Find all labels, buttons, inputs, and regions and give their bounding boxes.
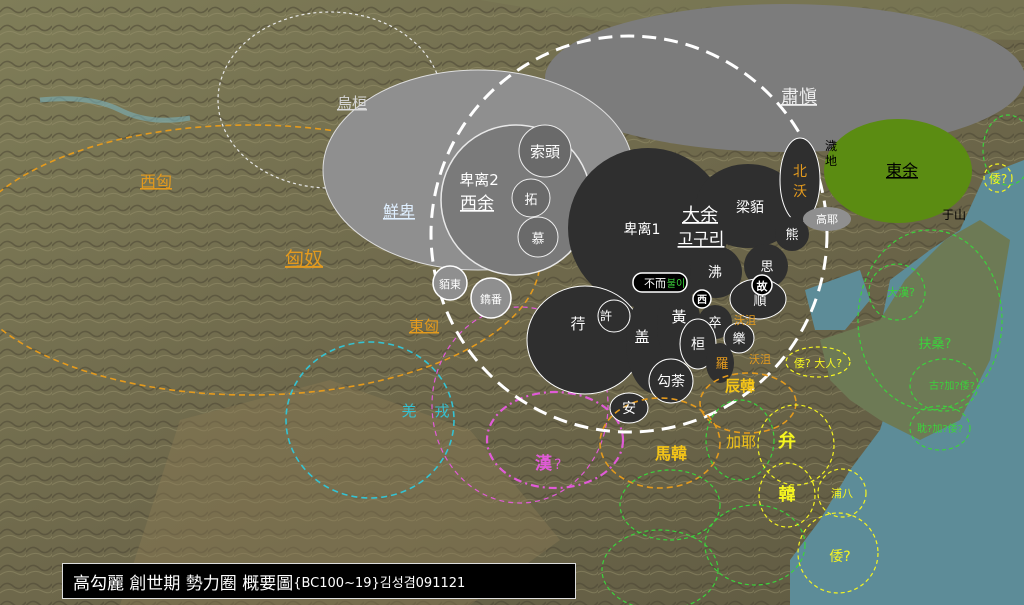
map-canvas: 匈奴 西匈 東匈 烏桓 鮮卑 肅愼 羌 戎 漢 ? 卑离2 西余 索頭 拓 慕 …: [0, 0, 1024, 605]
label-ung: 熊: [785, 227, 798, 243]
label-north-okjeo-2: 沃: [793, 184, 807, 200]
label-ga-ga-wae: 古?加?倭?: [929, 379, 975, 392]
label-okjeo-1: 沃沮: [734, 313, 756, 327]
map-title-box: 高勾麗 創世期 勢力圈 概要圖 {BC100~19}김성겸091121: [62, 563, 576, 599]
label-han-q: ?: [554, 457, 561, 473]
label-shi: 荇: [570, 315, 585, 333]
label-han: 漢: [535, 453, 553, 474]
label-north-okjeo-1: 北: [793, 164, 807, 180]
label-gudo: 勾荼: [657, 374, 685, 390]
label-byeon: 弁: [778, 430, 796, 452]
shi-circle: [526, 285, 644, 395]
label-yangmak: 梁貊: [736, 200, 764, 216]
label-daehan: 大漢?: [887, 285, 915, 299]
label-daeyeo: 大余: [682, 205, 718, 226]
label-hwan: 桓: [691, 337, 705, 353]
label-wuhuan: 烏桓: [337, 94, 367, 112]
label-mahan: 馬韓: [655, 444, 687, 463]
label-xianbei: 鮮卑: [383, 202, 415, 221]
label-wae-east: 倭?: [989, 172, 1007, 186]
label-jol: 卒: [708, 316, 721, 331]
label-xiongnu: 匈奴: [285, 248, 323, 270]
label-gu: 故: [757, 279, 769, 293]
label-qiang: 羌: [401, 402, 416, 420]
label-nak: 樂: [732, 331, 745, 347]
label-dongyeo: 東余: [886, 161, 918, 180]
label-dong-xiongnu: 東匈: [409, 317, 439, 335]
label-sun: 順: [753, 294, 766, 309]
label-seo: 西: [697, 294, 707, 306]
label-rong: 戎: [434, 402, 449, 420]
label-woaji-2: 地: [825, 154, 837, 168]
label-mo: 慕: [531, 232, 544, 247]
label-tuo: 拓: [524, 193, 537, 208]
label-goya: 高耶: [816, 212, 838, 226]
label-biri2: 卑离2: [459, 171, 499, 189]
label-woaji-1: 濊: [825, 139, 837, 153]
label-tal-ga-wae: 耽?加?倭?: [917, 422, 963, 435]
label-ra: 羅: [715, 357, 728, 372]
label-okjeo-2: 沃沮: [749, 352, 771, 366]
label-maekdong: 貊東: [439, 277, 461, 291]
label-sushen: 肅愼: [781, 87, 817, 108]
label-yushan: 于山: [942, 208, 966, 222]
label-an: 安: [622, 401, 636, 417]
label-wae-south: 倭?: [829, 549, 850, 565]
label-wae-dain: 倭? 大人?: [794, 356, 842, 370]
label-buli: 不而: [644, 277, 666, 290]
label-seonbeon: 鐫番: [480, 292, 502, 306]
label-xi-xiongnu: 西匈: [140, 172, 172, 191]
label-biri1: 卑离1: [624, 221, 661, 238]
label-busang: 扶桑?: [919, 337, 952, 352]
label-pohal: 浦八: [831, 487, 853, 500]
label-heo: 許: [600, 309, 612, 323]
label-han2: 韓: [779, 484, 796, 505]
label-jinhan: 辰韓: [725, 377, 755, 395]
label-saktu: 索頭: [530, 143, 560, 161]
map-subtitle: {BC100~19}김성겸091121: [293, 575, 466, 591]
label-sa: 思: [760, 260, 773, 275]
label-bul: 沸: [708, 265, 722, 281]
label-hwang: 黃: [671, 308, 686, 326]
label-gaya: 加耶: [726, 433, 756, 451]
map-title: 高勾麗 創世期 勢力圈 概要圖: [73, 573, 294, 594]
label-seoyeo: 西余: [460, 194, 494, 214]
label-gae: 盖: [634, 328, 649, 346]
label-buli-hangul: 불이: [667, 278, 685, 290]
label-goguryeo: 고구리: [678, 230, 725, 250]
